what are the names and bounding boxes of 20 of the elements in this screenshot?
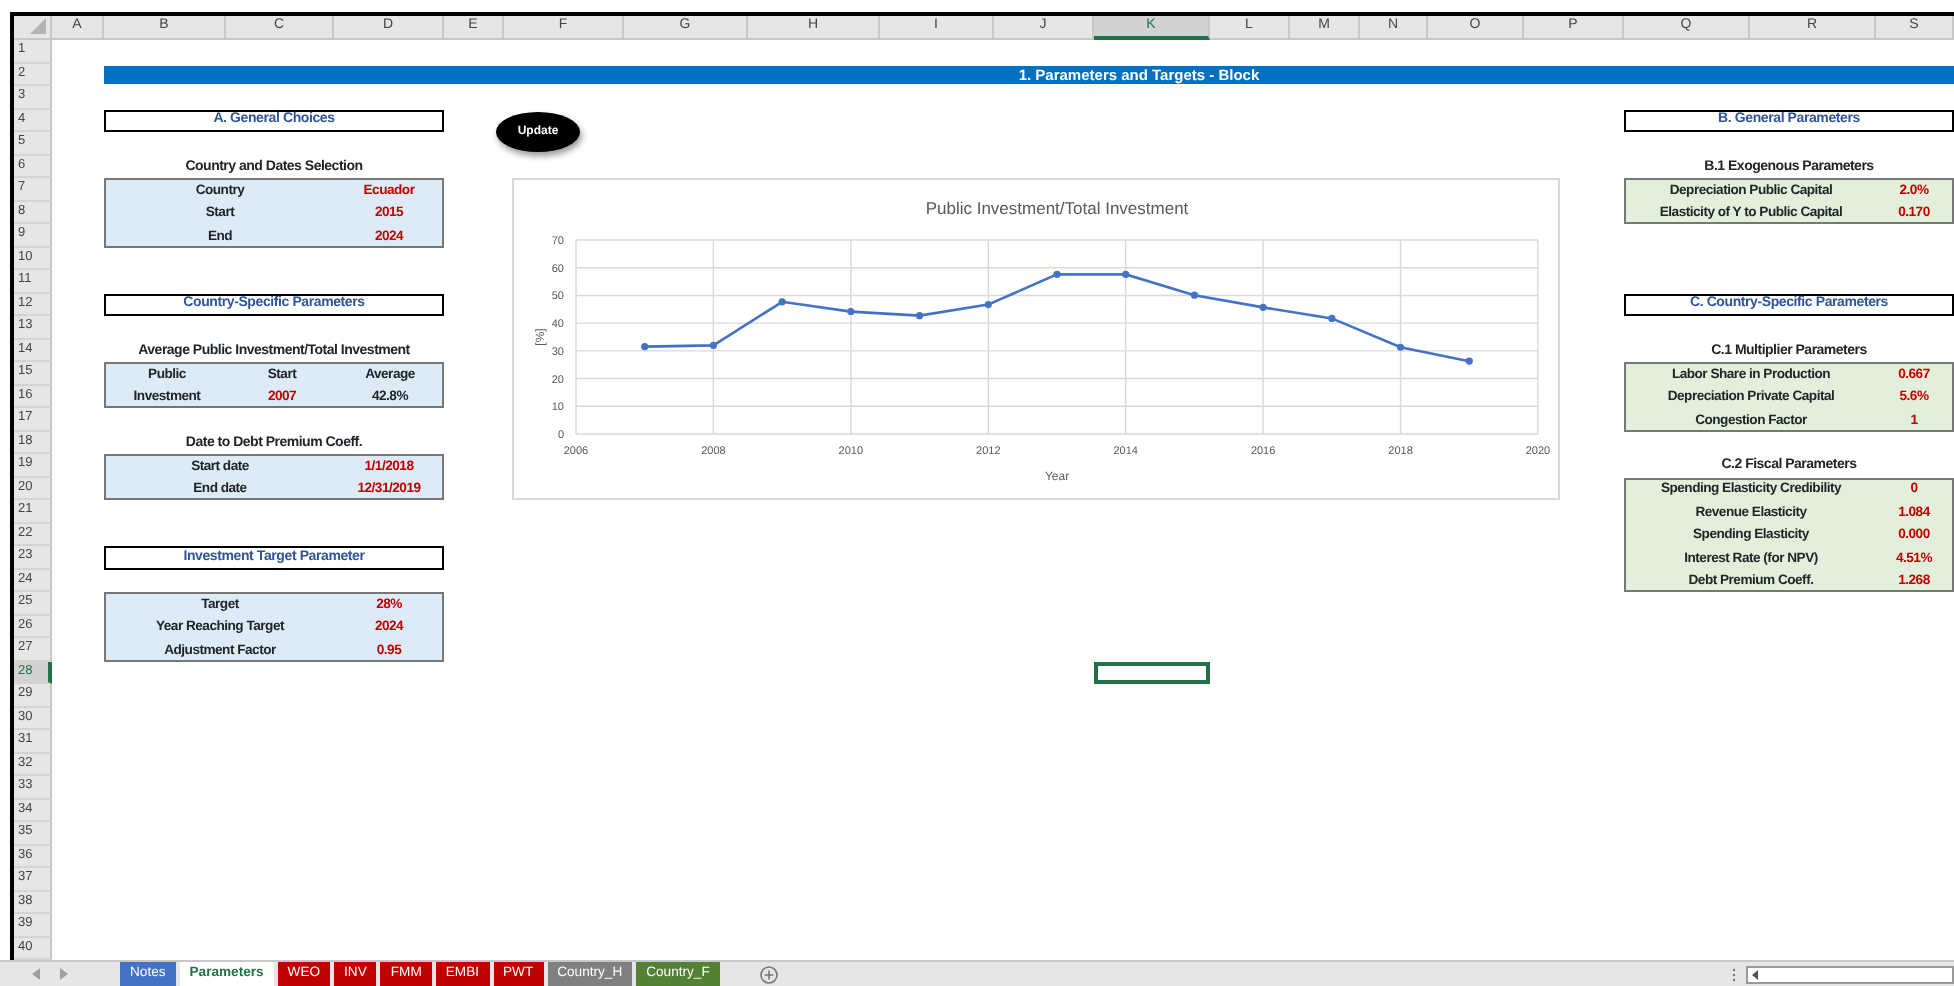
data-point [778, 298, 786, 306]
data-point [1465, 357, 1473, 365]
data-point [984, 300, 992, 309]
scroll-right-icon[interactable] [60, 968, 68, 980]
select-all-icon[interactable] [30, 18, 46, 34]
data-point [709, 341, 718, 349]
data-point [847, 307, 855, 316]
data-point [1328, 314, 1336, 323]
data-point [1396, 343, 1405, 351]
chart-title: Public Investment/Total Investment [925, 198, 1189, 218]
data-point [915, 312, 924, 320]
data-point [641, 343, 649, 351]
cell-cursor [1094, 661, 1210, 684]
data-point [1122, 270, 1130, 278]
add-sheet-icon[interactable] [759, 965, 778, 983]
scroll-left-icon[interactable] [1752, 969, 1758, 979]
horizontal-scrollbar[interactable] [1746, 965, 1954, 983]
data-point [1053, 270, 1061, 278]
data-point [1259, 303, 1267, 311]
data-point [1190, 291, 1199, 299]
